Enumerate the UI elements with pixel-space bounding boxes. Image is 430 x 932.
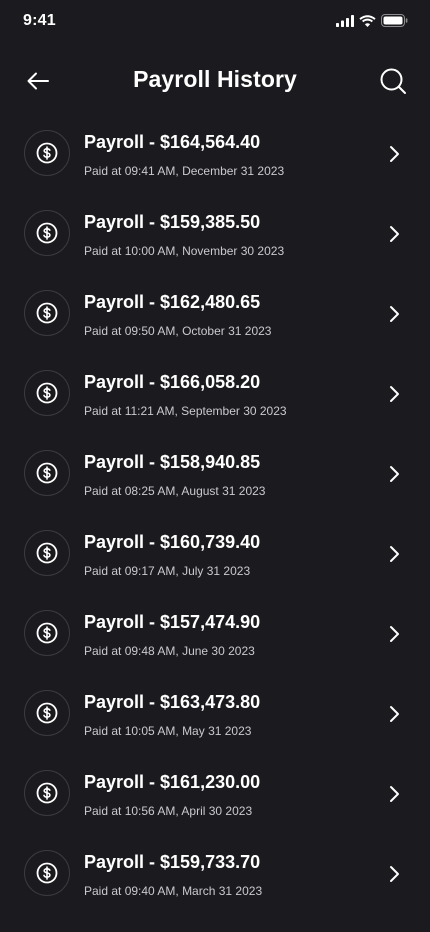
payroll-list-item[interactable]: Payroll - $158,940.85 Paid at 08:25 AM, … <box>0 434 430 514</box>
payroll-list: Payroll - $164,564.40 Paid at 09:41 AM, … <box>0 114 430 914</box>
payroll-amount: Payroll - $159,733.70 <box>84 852 261 872</box>
status-time: 9:41 <box>23 12 56 29</box>
dollar-coin-icon-container <box>24 450 70 496</box>
dollar-coin-icon <box>36 302 58 324</box>
dollar-coin-icon <box>36 622 58 644</box>
dollar-coin-icon <box>36 462 58 484</box>
chevron-right-icon <box>390 546 399 562</box>
payroll-amount: Payroll - $162,480.65 <box>84 292 261 312</box>
chevron-right-icon <box>390 226 399 242</box>
dollar-coin-icon <box>36 862 58 884</box>
dollar-coin-icon-container <box>24 130 70 176</box>
battery-icon <box>381 14 408 27</box>
payroll-list-item[interactable]: Payroll - $163,473.80 Paid at 10:05 AM, … <box>0 674 430 754</box>
payroll-list-item[interactable]: Payroll - $164,564.40 Paid at 09:41 AM, … <box>0 114 430 194</box>
dollar-coin-icon-container <box>24 530 70 576</box>
payroll-amount: Payroll - $166,058.20 <box>84 372 261 392</box>
page-title: Payroll History <box>133 66 297 92</box>
dollar-coin-icon-container <box>24 850 70 896</box>
dollar-coin-icon <box>36 142 58 164</box>
payroll-amount: Payroll - $160,739.40 <box>84 532 261 552</box>
dollar-coin-icon-container <box>24 610 70 656</box>
dollar-coin-icon-container <box>24 210 70 256</box>
payroll-paid-date: Paid at 11:21 AM, September 30 2023 <box>84 404 287 418</box>
wifi-icon <box>359 14 376 27</box>
dollar-coin-icon-container <box>24 690 70 736</box>
payroll-paid-date: Paid at 09:41 AM, December 31 2023 <box>84 164 285 178</box>
chevron-right-icon <box>390 786 399 802</box>
payroll-amount: Payroll - $157,474.90 <box>84 612 261 632</box>
header: Payroll History <box>0 56 430 106</box>
payroll-amount: Payroll - $161,230.00 <box>84 772 261 792</box>
chevron-right-icon <box>390 626 399 642</box>
dollar-coin-icon <box>36 222 58 244</box>
cellular-signal-icon <box>336 14 354 27</box>
payroll-list-item[interactable]: Payroll - $166,058.20 Paid at 11:21 AM, … <box>0 354 430 434</box>
payroll-list-item[interactable]: Payroll - $159,385.50 Paid at 10:00 AM, … <box>0 194 430 274</box>
search-button[interactable] <box>378 66 408 96</box>
payroll-paid-date: Paid at 10:56 AM, April 30 2023 <box>84 804 253 818</box>
status-icons <box>336 14 408 27</box>
search-icon <box>380 68 406 94</box>
payroll-list-item[interactable]: Payroll - $160,739.40 Paid at 09:17 AM, … <box>0 514 430 594</box>
payroll-amount: Payroll - $159,385.50 <box>84 212 261 232</box>
chevron-right-icon <box>390 146 399 162</box>
payroll-paid-date: Paid at 08:25 AM, August 31 2023 <box>84 484 266 498</box>
payroll-list-item[interactable]: Payroll - $161,230.00 Paid at 10:56 AM, … <box>0 754 430 834</box>
payroll-paid-date: Paid at 09:50 AM, October 31 2023 <box>84 324 272 338</box>
payroll-amount: Payroll - $158,940.85 <box>84 452 261 472</box>
dollar-coin-icon <box>36 382 58 404</box>
chevron-right-icon <box>390 866 399 882</box>
dollar-coin-icon <box>36 702 58 724</box>
payroll-paid-date: Paid at 09:17 AM, July 31 2023 <box>84 564 251 578</box>
payroll-amount: Payroll - $163,473.80 <box>84 692 261 712</box>
chevron-right-icon <box>390 306 399 322</box>
status-bar: 9:41 <box>0 0 430 44</box>
payroll-paid-date: Paid at 10:05 AM, May 31 2023 <box>84 724 252 738</box>
payroll-paid-date: Paid at 10:00 AM, November 30 2023 <box>84 244 285 258</box>
payroll-list-item[interactable]: Payroll - $159,733.70 Paid at 09:40 AM, … <box>0 834 430 914</box>
payroll-list-item[interactable]: Payroll - $162,480.65 Paid at 09:50 AM, … <box>0 274 430 354</box>
payroll-amount: Payroll - $164,564.40 <box>84 132 261 152</box>
chevron-right-icon <box>390 466 399 482</box>
dollar-coin-icon <box>36 542 58 564</box>
chevron-right-icon <box>390 386 399 402</box>
dollar-coin-icon-container <box>24 770 70 816</box>
dollar-coin-icon-container <box>24 370 70 416</box>
dollar-coin-icon <box>36 782 58 804</box>
payroll-paid-date: Paid at 09:40 AM, March 31 2023 <box>84 884 263 898</box>
chevron-right-icon <box>390 706 399 722</box>
payroll-list-item[interactable]: Payroll - $157,474.90 Paid at 09:48 AM, … <box>0 594 430 674</box>
payroll-paid-date: Paid at 09:48 AM, June 30 2023 <box>84 644 255 658</box>
dollar-coin-icon-container <box>24 290 70 336</box>
